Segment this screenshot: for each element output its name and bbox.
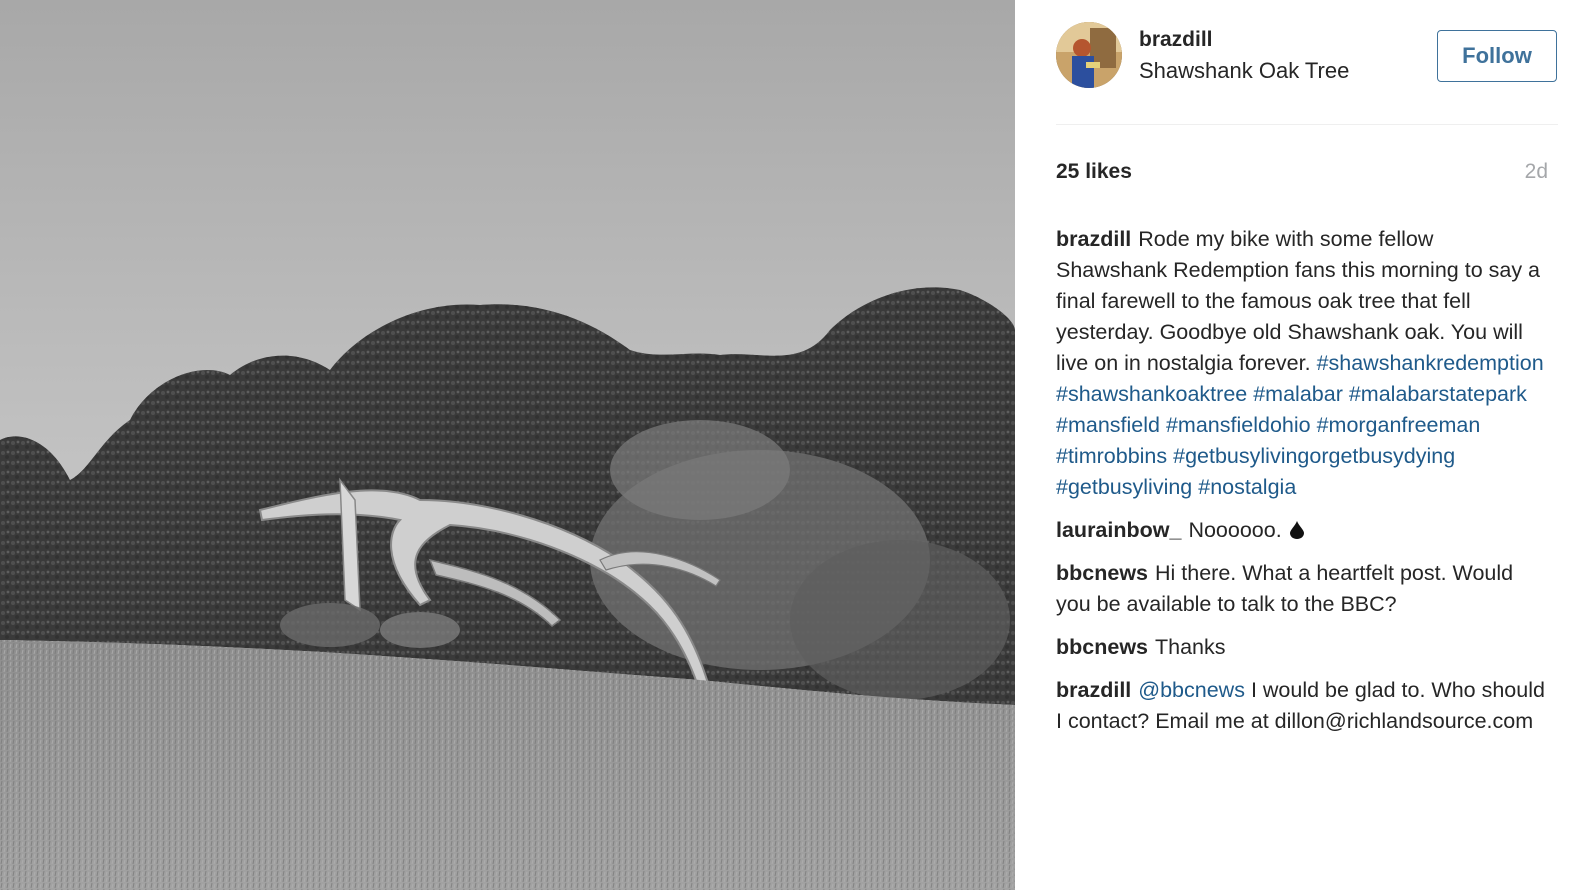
caption-username[interactable]: brazdill	[1056, 227, 1131, 251]
hashtag[interactable]: #nostalgia	[1198, 475, 1296, 499]
post-header: brazdill Shawshank Oak Tree Follow	[1056, 22, 1558, 125]
hashtag[interactable]: #malabar	[1253, 382, 1343, 406]
fallen-oak-tree-photo	[0, 0, 1015, 890]
comment-item: bbcnews Thanks	[1056, 632, 1548, 663]
hashtag[interactable]: #timrobbins	[1056, 444, 1167, 468]
follow-button[interactable]: Follow	[1437, 30, 1557, 82]
hashtag[interactable]: #shawshankredemption	[1317, 351, 1544, 375]
comment-item: brazdill @bbcnews I would be glad to. Who…	[1056, 675, 1548, 737]
comment-item: bbcnews Hi there. What a heartfelt post. …	[1056, 558, 1548, 620]
caption: brazdill Rode my bike with some fellow Sh…	[1056, 224, 1548, 503]
avatar[interactable]	[1056, 22, 1122, 88]
post-details-panel: brazdill Shawshank Oak Tree Follow 25 li…	[1015, 0, 1578, 890]
comment-username[interactable]: bbcnews	[1056, 561, 1148, 585]
comment-text: Thanks	[1155, 635, 1226, 659]
comment-username[interactable]: bbcnews	[1056, 635, 1148, 659]
comment-item: laurainbow_ Noooooo.	[1056, 515, 1548, 546]
hashtag[interactable]: #getbusylivingorgetbusydying	[1173, 444, 1455, 468]
post-timestamp[interactable]: 2d	[1525, 160, 1548, 184]
post-photo[interactable]	[0, 0, 1015, 890]
likes-count[interactable]: 25 likes	[1056, 160, 1132, 184]
post-stats: 25 likes 2d	[1056, 160, 1548, 188]
hashtag[interactable]: #malabarstatepark	[1349, 382, 1527, 406]
hashtag[interactable]: #mansfieldohio	[1166, 413, 1311, 437]
comment-username[interactable]: brazdill	[1056, 678, 1131, 702]
comments-list: brazdill Rode my bike with some fellow Sh…	[1056, 224, 1548, 749]
comment-text: Noooooo.	[1188, 518, 1282, 542]
mention-link[interactable]: @bbcnews	[1138, 678, 1245, 702]
hashtag[interactable]: #morganfreeman	[1317, 413, 1481, 437]
post-location[interactable]: Shawshank Oak Tree	[1139, 58, 1349, 84]
avatar-image	[1056, 22, 1122, 88]
drop-icon	[1289, 521, 1304, 539]
comment-username[interactable]: laurainbow_	[1056, 518, 1181, 542]
hashtag[interactable]: #mansfield	[1056, 413, 1160, 437]
hashtag[interactable]: #shawshankoaktree	[1056, 382, 1247, 406]
post-username[interactable]: brazdill	[1139, 28, 1213, 52]
hashtag[interactable]: #getbusyliving	[1056, 475, 1192, 499]
